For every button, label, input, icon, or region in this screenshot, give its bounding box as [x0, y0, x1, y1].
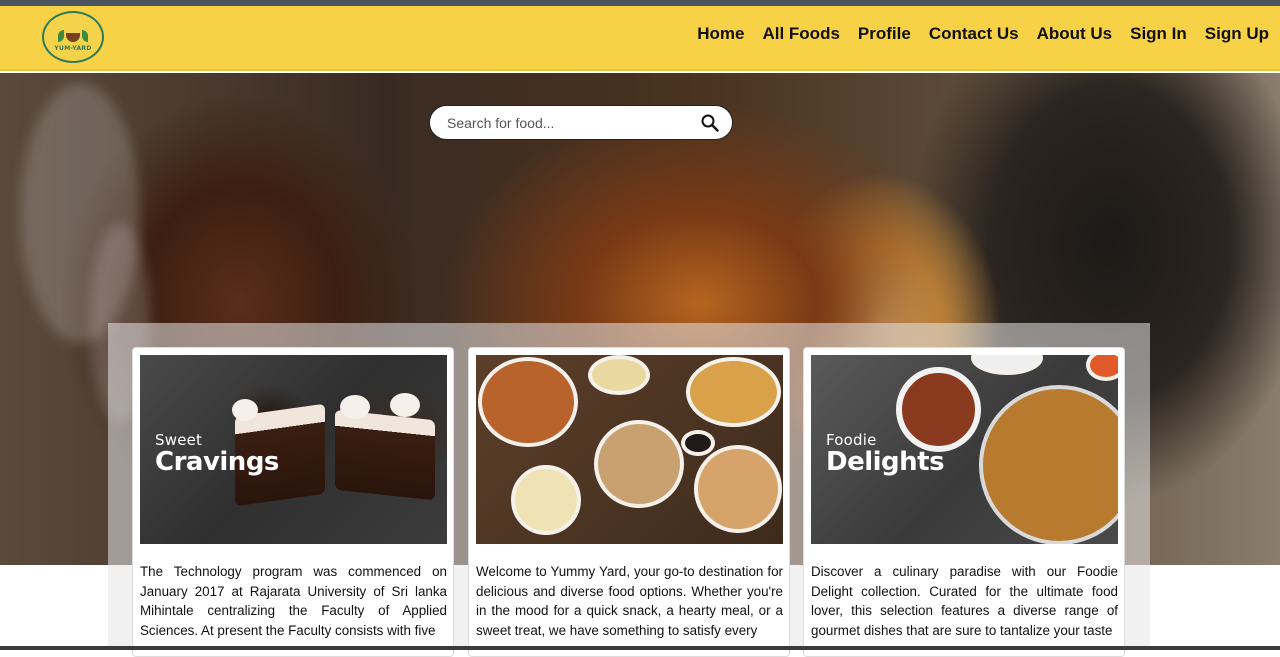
- card-image: Sweet Cravings: [140, 355, 447, 544]
- nav-sign-in[interactable]: Sign In: [1130, 24, 1187, 44]
- search-icon[interactable]: [700, 113, 720, 133]
- card-image: Foodie Delights: [811, 355, 1118, 544]
- card-sweet-cravings[interactable]: Sweet Cravings The Technology program wa…: [132, 347, 454, 657]
- search-bar: [429, 105, 733, 140]
- nav-home[interactable]: Home: [697, 24, 744, 44]
- search-input[interactable]: [447, 114, 700, 131]
- yum-yard-logo[interactable]: YUM-YARD: [42, 11, 104, 63]
- nav-all-foods[interactable]: All Foods: [762, 24, 839, 44]
- card-overlay-title: Delights: [826, 447, 945, 477]
- window-bottom-bar: [0, 646, 1280, 650]
- card-food-spread[interactable]: Welcome to Yummy Yard, your go-to destin…: [468, 347, 790, 657]
- card-description: The Technology program was commenced on …: [140, 564, 447, 638]
- card-foodie-delights[interactable]: Foodie Delights Discover a culinary para…: [803, 347, 1125, 657]
- nav-contact-us[interactable]: Contact Us: [929, 24, 1019, 44]
- navbar: YUM-YARD Home All Foods Profile Contact …: [0, 6, 1280, 71]
- nav-profile[interactable]: Profile: [858, 24, 911, 44]
- bowl-leaves-icon: [58, 22, 88, 42]
- card-description: Discover a culinary paradise with our Fo…: [811, 564, 1118, 638]
- main-nav: Home All Foods Profile Contact Us About …: [697, 24, 1269, 44]
- card-image: [476, 355, 783, 544]
- nav-sign-up[interactable]: Sign Up: [1205, 24, 1269, 44]
- card-description: Welcome to Yummy Yard, your go-to destin…: [476, 564, 783, 638]
- nav-about-us[interactable]: About Us: [1037, 24, 1113, 44]
- card-overlay-title: Cravings: [155, 447, 279, 477]
- logo-text: YUM-YARD: [54, 45, 92, 52]
